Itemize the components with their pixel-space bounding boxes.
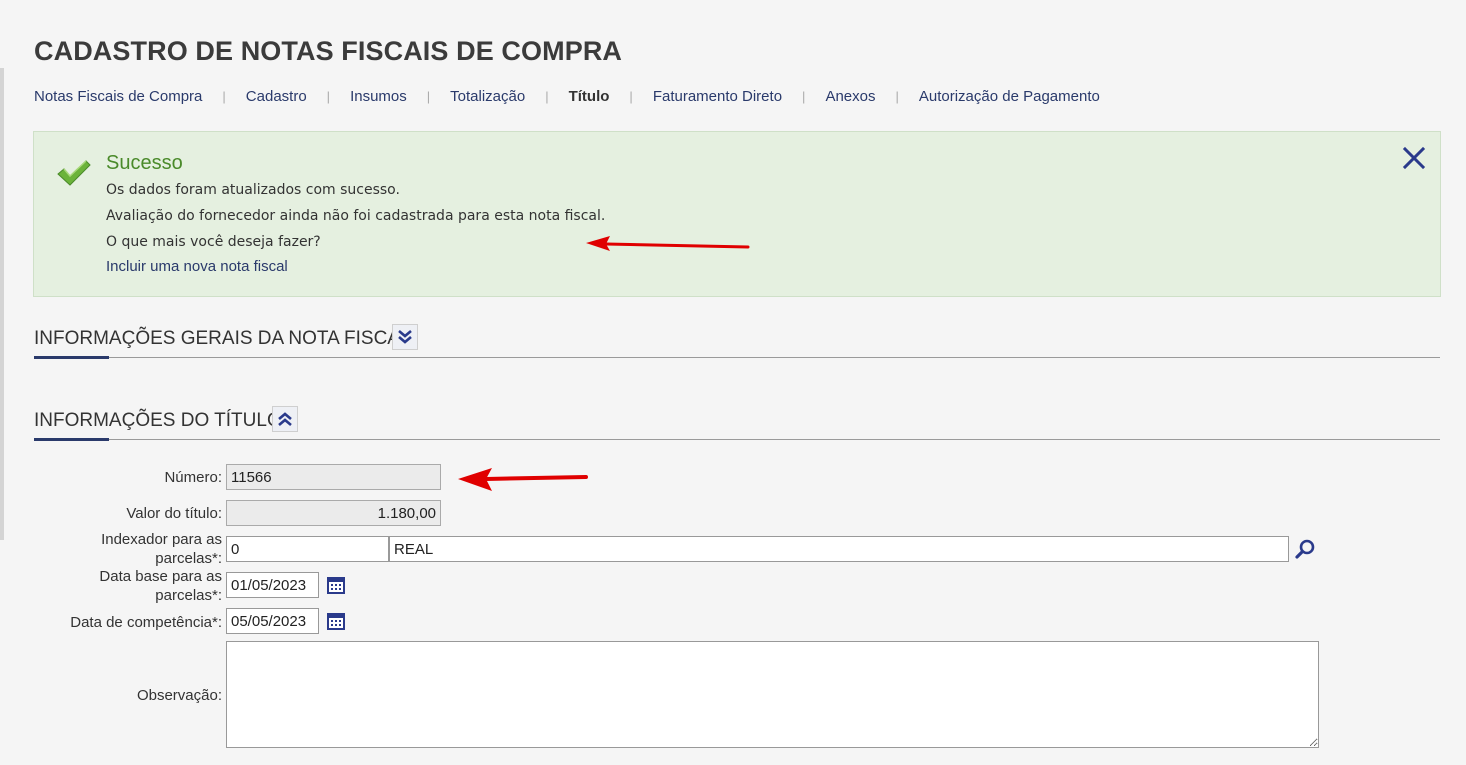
section-title: INFORMAÇÕES DO TÍTULO <box>34 410 282 431</box>
tab-separator: | <box>222 88 226 104</box>
tab-faturamento-direto[interactable]: Faturamento Direto <box>653 88 782 105</box>
data-competencia-label: Data de competência*: <box>70 614 222 631</box>
tab-cadastro[interactable]: Cadastro <box>246 88 307 105</box>
annotation-arrow <box>586 236 750 251</box>
tab-titulo[interactable]: Título <box>569 88 610 105</box>
success-alert: Sucesso Os dados foram atualizados com s… <box>33 131 1441 297</box>
section-underline <box>34 438 109 441</box>
search-icon[interactable] <box>1292 536 1318 562</box>
tab-separator: | <box>545 88 549 104</box>
tab-separator: | <box>426 88 431 104</box>
tab-separator: | <box>895 88 899 104</box>
alert-message: Avaliação do fornecedor ainda não foi ca… <box>106 208 606 224</box>
tab-separator: | <box>326 88 331 104</box>
indexador-label-line2: parcelas*: <box>155 550 222 567</box>
annotation-arrow <box>458 468 588 491</box>
section-title-info: INFORMAÇÕES DO TÍTULO <box>34 406 1440 441</box>
data-base-label: Data base para as parcelas*: <box>60 567 222 605</box>
tab-insumos[interactable]: Insumos <box>350 88 407 105</box>
alert-question: O que mais você deseja fazer? <box>106 234 321 250</box>
alert-message: Os dados foram atualizados com sucesso. <box>106 182 400 198</box>
section-underline <box>34 356 109 359</box>
indexador-description-field[interactable] <box>389 536 1289 562</box>
indexador-label: Indexador para as parcelas*: <box>60 530 222 568</box>
calendar-icon[interactable] <box>323 608 349 634</box>
tab-separator: | <box>629 88 633 104</box>
indexador-code-input[interactable] <box>226 536 389 562</box>
left-edge-bar <box>0 68 4 540</box>
section-title: INFORMAÇÕES GERAIS DA NOTA FISCAL <box>34 328 411 349</box>
indexador-label-line1: Indexador para as <box>101 531 222 548</box>
data-base-label-line1: Data base para as <box>99 568 222 585</box>
data-base-label-line2: parcelas*: <box>155 587 222 604</box>
chevron-double-up-icon[interactable] <box>272 406 298 432</box>
numero-field[interactable] <box>226 464 441 490</box>
data-base-input[interactable] <box>226 572 319 598</box>
observacao-textarea[interactable] <box>226 641 1319 748</box>
observacao-label: Observação: <box>136 687 222 704</box>
section-general-info: INFORMAÇÕES GERAIS DA NOTA FISCAL <box>34 324 1440 359</box>
tab-totalizacao[interactable]: Totalização <box>450 88 525 105</box>
new-invoice-link[interactable]: Incluir uma nova nota fiscal <box>106 258 288 275</box>
numero-label: Número: <box>164 469 222 486</box>
valor-label: Valor do título: <box>126 505 222 522</box>
data-competencia-input[interactable] <box>226 608 319 634</box>
check-icon <box>56 158 92 193</box>
valor-field[interactable] <box>226 500 441 526</box>
tab-autorizacao-de-pagamento[interactable]: Autorização de Pagamento <box>919 88 1100 105</box>
calendar-icon[interactable] <box>323 572 349 598</box>
page-title: CADASTRO DE NOTAS FISCAIS DE COMPRA <box>34 36 623 66</box>
tab-bar: Notas Fiscais de Compra | Cadastro | Ins… <box>34 87 1100 105</box>
tab-anexos[interactable]: Anexos <box>825 88 875 105</box>
chevron-double-down-icon[interactable] <box>392 324 418 350</box>
close-icon[interactable] <box>1402 146 1426 175</box>
alert-title: Sucesso <box>106 152 183 174</box>
tab-notas-fiscais-de-compra[interactable]: Notas Fiscais de Compra <box>34 88 202 105</box>
tab-separator: | <box>802 88 806 104</box>
